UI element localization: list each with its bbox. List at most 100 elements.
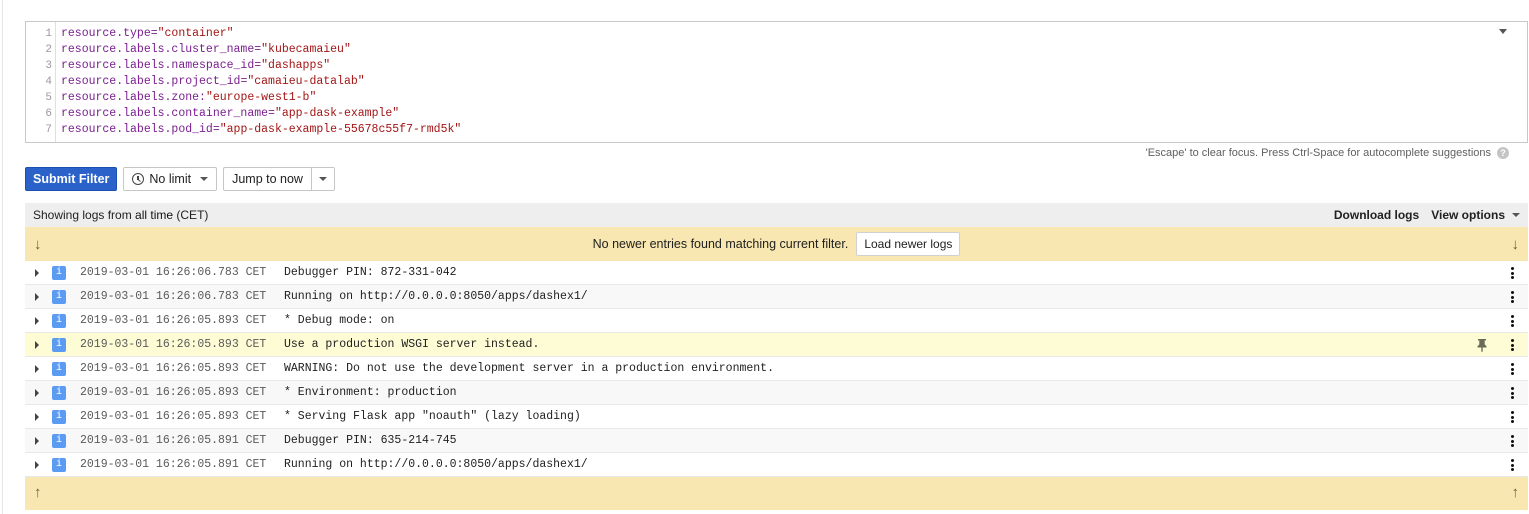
info-severity-icon: i [52,361,66,376]
log-entries-list: i 2019-03-01 16:26:06.783 CET Debugger PIN… [25,261,1528,477]
log-entry-row[interactable]: i 2019-03-01 16:26:05.893 CET * Environmen… [25,381,1528,405]
filter-value: "kubecamaieu" [261,43,351,56]
expand-caret-icon[interactable] [35,292,39,301]
expand-caret-icon[interactable] [35,340,39,349]
arrow-up-icon[interactable]: ↑ [1512,484,1520,501]
line-number: 2 [45,44,52,56]
time-limit-label: No limit [149,172,192,186]
chevron-down-icon [318,177,327,181]
filter-operator: : [199,91,206,104]
filter-value: "container" [157,27,234,40]
log-message: Running on http://0.0.0.0:8050/apps/dash… [284,290,588,303]
log-message: Use a production WSGI server instead. [284,338,540,351]
info-severity-icon: i [52,313,66,328]
filter-query-editor[interactable]: 1 resource.type="container" 2 resource.labe… [25,21,1528,143]
line-code: resource.labels.cluster_name="kubecamaie… [61,42,351,58]
line-code: resource.labels.project_id="camaieu-data… [61,74,365,90]
log-entry-row[interactable]: i 2019-03-01 16:26:05.893 CET * Debug mode… [25,309,1528,333]
line-number: 6 [45,108,52,120]
log-entry-row[interactable]: i 2019-03-01 16:26:06.783 CET Debugger PIN… [25,261,1528,285]
line-code: resource.labels.pod_id="app-dask-example… [61,122,461,138]
more-options-icon[interactable] [1511,363,1514,375]
expand-caret-icon[interactable] [35,460,39,469]
line-number: 4 [45,76,52,88]
download-logs-button[interactable]: Download logs [1334,208,1419,222]
view-options-label: View options [1431,208,1505,222]
expand-caret-icon[interactable] [35,436,39,445]
filter-dropdown-icon[interactable] [1499,29,1507,34]
no-newer-entries-message: No newer entries found matching current … [592,237,849,251]
log-entry-row[interactable]: i 2019-03-01 16:26:05.891 CET Debugger PIN… [25,429,1528,453]
time-limit-dropdown[interactable]: No limit [123,167,218,191]
line-code: resource.type="container" [61,26,234,42]
info-severity-icon: i [52,409,66,424]
log-timestamp: 2019-03-01 16:26:06.783 CET [80,266,267,279]
log-entry-row[interactable]: i 2019-03-01 16:26:06.783 CET Running on h… [25,285,1528,309]
line-code: resource.labels.namespace_id="dashapps" [61,58,330,74]
more-options-icon[interactable] [1511,339,1514,351]
log-timestamp: 2019-03-01 16:26:05.891 CET [80,458,267,471]
filter-value: "app-dask-example" [274,107,400,120]
time-range-summary: Showing logs from all time (CET) [33,208,208,222]
expand-caret-icon[interactable] [35,316,39,325]
arrow-up-icon[interactable]: ↑ [34,484,42,501]
log-entry-row[interactable]: i 2019-03-01 16:26:05.893 CET * Serving Fl… [25,405,1528,429]
log-message: Running on http://0.0.0.0:8050/apps/dash… [284,458,588,471]
more-options-icon[interactable] [1511,387,1514,399]
jump-options-dropdown[interactable] [310,167,335,191]
more-options-icon[interactable] [1511,267,1514,279]
more-options-icon[interactable] [1511,459,1514,471]
info-severity-icon: i [52,385,66,400]
load-newer-logs-button[interactable]: Load newer logs [856,232,961,256]
log-message: * Environment: production [284,386,457,399]
filter-key: resource.labels.project_id [61,75,241,88]
more-options-icon[interactable] [1511,315,1514,327]
editor-hint-text: 'Escape' to clear focus. Press Ctrl-Spac… [1145,147,1491,159]
more-options-icon[interactable] [1511,411,1514,423]
expand-caret-icon[interactable] [35,364,39,373]
line-number: 3 [45,60,52,72]
expand-caret-icon[interactable] [35,268,39,277]
clock-icon [132,173,145,185]
time-zone-label: (CET) [173,208,209,222]
chevron-down-icon [1512,213,1520,217]
jump-to-now-button[interactable]: Jump to now [223,167,311,191]
filter-key: resource.labels.pod_id [61,123,213,136]
info-severity-icon: i [52,289,66,304]
filter-toolbar: Submit Filter No limit Jump to now [25,167,335,191]
info-severity-icon: i [52,433,66,448]
line-number: 5 [45,92,52,104]
filter-value: "dashapps" [261,59,331,72]
more-options-icon[interactable] [1511,435,1514,447]
page-edge-divider [2,0,3,514]
log-entry-row[interactable]: i 2019-03-01 16:26:05.893 CET WARNING: Do … [25,357,1528,381]
pin-icon[interactable] [1476,338,1488,356]
filter-key: resource.labels.container_name [61,107,269,120]
log-timestamp: 2019-03-01 16:26:05.893 CET [80,386,267,399]
arrow-down-icon[interactable]: ↓ [1512,236,1520,253]
chevron-down-icon [200,177,209,181]
filter-key: resource.type [61,27,151,40]
filter-key: resource.labels.cluster_name [61,43,255,56]
info-severity-icon: i [52,265,66,280]
help-icon[interactable]: ? [1497,147,1509,159]
line-code: resource.labels.zone:"europe-west1-b" [61,90,316,106]
log-entry-row[interactable]: i 2019-03-01 16:26:05.893 CET Use a produc… [25,333,1528,357]
log-message: * Serving Flask app "noauth" (lazy loadi… [284,410,581,423]
expand-caret-icon[interactable] [35,388,39,397]
log-entry-row[interactable]: i 2019-03-01 16:26:05.891 CET Running on h… [25,453,1528,477]
filter-key: resource.labels.zone [61,91,200,104]
arrow-down-icon[interactable]: ↓ [34,236,42,253]
submit-filter-button[interactable]: Submit Filter [25,167,118,191]
line-number: 7 [45,124,52,136]
log-timestamp: 2019-03-01 16:26:05.893 CET [80,410,267,423]
time-range-value: all time [135,208,174,222]
more-options-icon[interactable] [1511,291,1514,303]
log-timestamp: 2019-03-01 16:26:05.891 CET [80,434,267,447]
view-options-button[interactable]: View options [1431,208,1520,222]
older-logs-banner: ↑ ↑ [25,477,1528,510]
log-message: Debugger PIN: 872-331-042 [284,266,457,279]
expand-caret-icon[interactable] [35,412,39,421]
logs-viewer: Showing logs from all time (CET) Downloa… [25,203,1528,510]
log-message: * Debug mode: on [284,314,395,327]
